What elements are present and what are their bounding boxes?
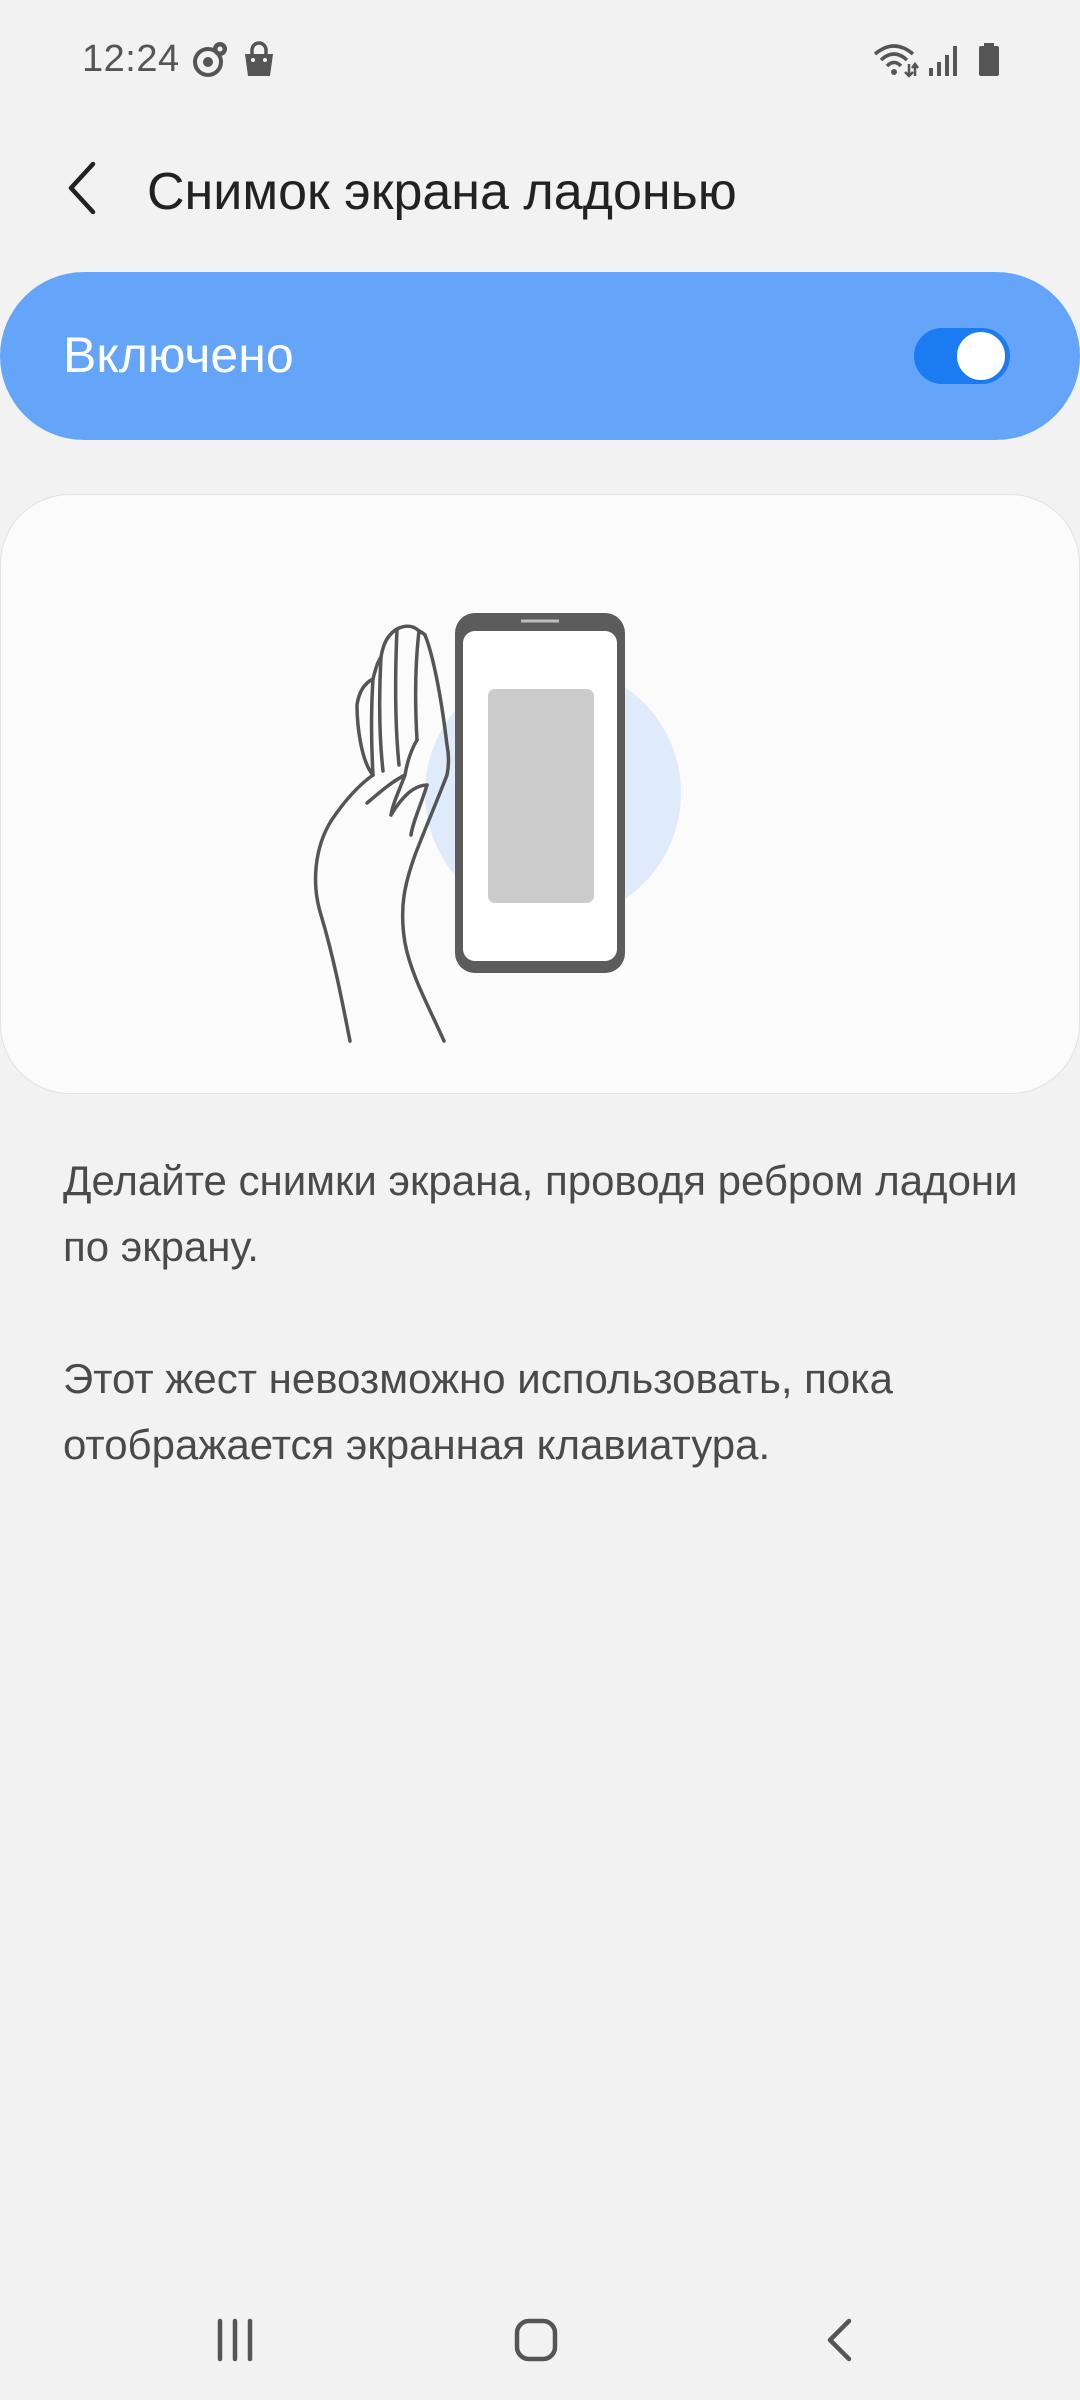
status-time: 12:24 [82,38,180,80]
master-switch-label: Включено [63,327,294,383]
recent-apps-icon [210,2315,260,2370]
battery-icon [976,40,1002,80]
recent-apps-button[interactable] [190,2302,280,2382]
navigation-bar [0,2280,1080,2400]
toggle-knob [954,329,1008,383]
home-button[interactable] [491,2302,581,2382]
shopping-bag-icon [239,40,279,80]
page-title: Снимок экрана ладонью [147,163,737,221]
location-target-icon [190,40,230,80]
palm-swipe-phone-illustration [313,613,681,1043]
description-keyboard-note: Этот жест невозможно использовать, пока … [63,1355,893,1468]
home-icon [511,2315,561,2370]
back-icon [816,2315,866,2370]
illustration-card [0,494,1080,1094]
wifi-icon [873,40,919,80]
app-bar: Снимок экрана ладонью [0,124,1080,274]
back-button[interactable] [52,142,114,238]
status-bar: 12:24 [0,0,1080,124]
master-switch-bar[interactable]: Включено [0,272,1080,440]
signal-icon [925,40,965,80]
chevron-left-icon [63,158,103,223]
enable-toggle[interactable] [914,328,1010,384]
nav-back-button[interactable] [796,2302,886,2382]
description-gesture: Делайте снимки экрана, проводя ребром ла… [63,1157,1018,1270]
